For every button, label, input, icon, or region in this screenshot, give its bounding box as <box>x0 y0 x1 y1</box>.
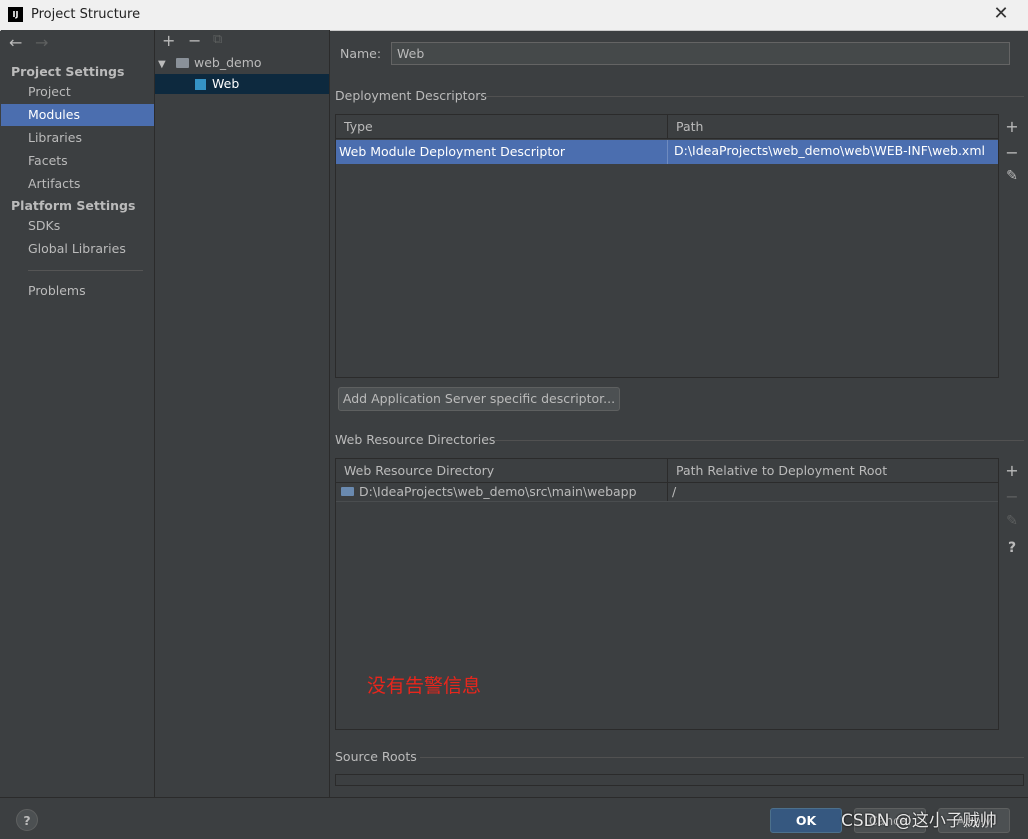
table-row[interactable]: D:\IdeaProjects\web_demo\src\main\webapp… <box>336 483 998 502</box>
deployment-descriptors-title: Deployment Descriptors <box>335 88 487 103</box>
ok-button[interactable]: OK <box>770 808 842 833</box>
module-tree-panel: + − ⧉ <box>155 30 330 797</box>
name-label: Name: <box>340 46 382 61</box>
module-name: web_demo <box>194 55 262 70</box>
copy-icon[interactable]: ⧉ <box>213 32 222 47</box>
help-button[interactable]: ? <box>16 809 38 831</box>
web-folder-icon <box>341 487 354 496</box>
tree-node-web-demo[interactable]: ▼ web_demo <box>158 53 262 73</box>
nav-item-facets[interactable]: Facets <box>1 150 154 172</box>
add-icon[interactable]: + <box>162 31 175 50</box>
remove-icon[interactable]: − <box>188 31 201 50</box>
relative-path-cell: / <box>672 484 677 499</box>
expand-triangle-icon[interactable]: ▼ <box>158 59 166 70</box>
row-divider <box>667 140 668 164</box>
annotation-text: 没有告警信息 <box>367 675 482 697</box>
nav-item-global-libraries[interactable]: Global Libraries <box>1 238 154 260</box>
remove-descriptor-icon[interactable]: − <box>1000 143 1024 162</box>
close-icon[interactable]: ✕ <box>990 3 1012 25</box>
facet-name: Web <box>212 76 240 91</box>
name-input[interactable]: Web <box>391 42 1010 65</box>
module-folder-icon <box>176 58 189 68</box>
help-icon[interactable]: ? <box>1000 540 1024 556</box>
column-header-resource-dir[interactable]: Web Resource Directory <box>336 459 668 483</box>
row-divider <box>667 483 668 501</box>
group-divider <box>494 440 1024 441</box>
web-resource-directories-title: Web Resource Directories <box>335 432 496 447</box>
tree-selection-highlight <box>155 74 329 94</box>
nav-item-project[interactable]: Project <box>1 81 154 103</box>
group-divider <box>420 757 1024 758</box>
nav-item-sdks[interactable]: SDKs <box>1 215 154 237</box>
remove-resource-icon[interactable]: − <box>1000 487 1024 506</box>
resource-dir-cell: D:\IdeaProjects\web_demo\src\main\webapp <box>359 484 637 499</box>
settings-nav: ← → Project Settings Project Modules Lib… <box>1 30 155 797</box>
group-divider <box>484 96 1024 97</box>
nav-item-libraries[interactable]: Libraries <box>1 127 154 149</box>
column-header-relative-path[interactable]: Path Relative to Deployment Root <box>668 459 998 483</box>
column-header-path[interactable]: Path <box>668 115 998 139</box>
nav-item-artifacts[interactable]: Artifacts <box>1 173 154 195</box>
nav-item-modules[interactable]: Modules <box>1 104 154 126</box>
column-divider <box>667 459 668 483</box>
project-settings-header: Project Settings <box>11 64 125 79</box>
nav-divider <box>28 270 143 271</box>
window-title: Project Structure <box>31 7 141 22</box>
intellij-logo-icon: IJ <box>8 7 23 22</box>
platform-settings-header: Platform Settings <box>11 198 136 213</box>
deployment-descriptors-table: Type Path Web Module Deployment Descript… <box>335 114 999 378</box>
column-header-type[interactable]: Type <box>336 115 668 139</box>
descriptor-path-cell: D:\IdeaProjects\web_demo\web\WEB-INF\web… <box>674 143 985 158</box>
web-facet-icon <box>195 79 206 90</box>
forward-arrow-icon[interactable]: → <box>35 33 48 52</box>
table-row[interactable]: Web Module Deployment Descriptor D:\Idea… <box>336 140 998 164</box>
source-roots-table <box>335 774 1024 786</box>
watermark: CSDN @这小子贼帅 <box>841 811 997 831</box>
column-divider <box>667 115 668 139</box>
back-arrow-icon[interactable]: ← <box>9 33 22 52</box>
add-resource-icon[interactable]: + <box>1000 461 1024 480</box>
add-descriptor-icon[interactable]: + <box>1000 117 1024 136</box>
title-bar: IJ Project Structure ✕ <box>0 0 1028 31</box>
descriptor-type-cell: Web Module Deployment Descriptor <box>339 144 566 159</box>
nav-item-problems[interactable]: Problems <box>1 280 154 302</box>
edit-resource-icon[interactable]: ✎ <box>1000 513 1024 529</box>
edit-descriptor-icon[interactable]: ✎ <box>1000 168 1024 184</box>
add-server-descriptor-button[interactable]: Add Application Server specific descript… <box>338 387 620 411</box>
source-roots-title: Source Roots <box>335 749 417 764</box>
